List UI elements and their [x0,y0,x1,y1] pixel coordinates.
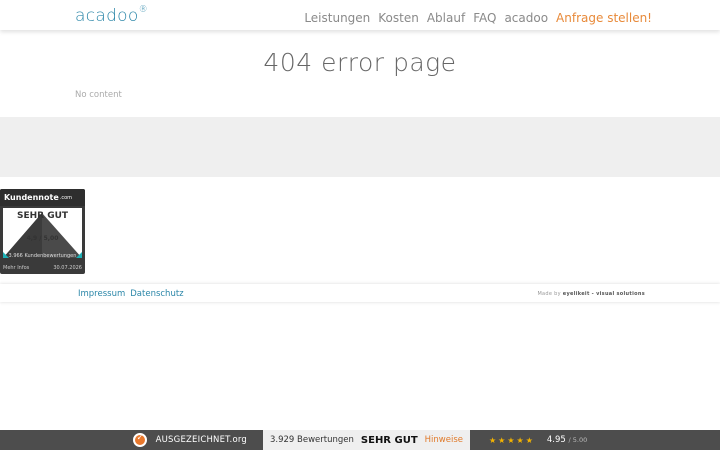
logo-text: acadoo [75,6,139,26]
footer-links: Impressum Datenschutz [78,289,184,299]
page: acadoo® Leistungen Kosten Ablauf FAQ aca… [0,0,720,450]
main-nav: Leistungen Kosten Ablauf FAQ acadoo Anfr… [304,11,652,25]
badge-header: Kundennote .com [0,189,85,206]
no-content-text: No content [75,90,122,100]
rating-bar-summary: 3.929 Bewertungen SEHR GUT Hinweise [263,430,470,450]
impressum-link[interactable]: Impressum [78,289,125,299]
rating-bar-brand-section: AUSGEZEICHNET.org [0,430,263,450]
badge-verdict: SEHR GUT [16,211,69,221]
registered-mark: ® [138,5,148,16]
rating-bar[interactable]: AUSGEZEICHNET.org 3.929 Bewertungen SEHR… [0,430,720,450]
badge-brand: Kundennote [4,193,59,202]
nav-faq[interactable]: FAQ [473,11,496,25]
kundennote-badge[interactable]: Kundennote .com SEHR GUT 4,9 / 5,00 3.966… [0,189,85,274]
rating-bar-brand: AUSGEZEICHNET.org [155,435,247,445]
hinweise-link[interactable]: Hinweise [425,435,463,445]
badge-footer: Mehr Infos 30.07.2026 [0,265,85,271]
made-by-prefix: Made by [537,291,561,297]
datenschutz-link[interactable]: Datenschutz [130,289,183,299]
nav-kosten[interactable]: Kosten [378,11,419,25]
anfrage-stellen-link[interactable]: Anfrage stellen! [556,11,652,25]
rating-bar-score: 4.95 / 5.00 [547,435,587,445]
site-footer: Impressum Datenschutz Made by eyelikeit … [0,284,720,302]
rating-bar-verdict: SEHR GUT [360,434,418,446]
site-header: acadoo® Leistungen Kosten Ablauf FAQ aca… [0,0,720,30]
star-rating-icon: ★★★★★ [489,435,535,445]
badge-body: SEHR GUT 4,9 / 5,00 [3,208,82,258]
badge-count: 3.966 Kundenbewertungen [8,253,77,259]
badge-brand-suffix: .com [59,194,73,201]
badge-more-info[interactable]: Mehr Infos [3,265,29,271]
nav-leistungen[interactable]: Leistungen [304,11,370,25]
badge-score: 4,9 / 5,00 [26,235,59,242]
logo[interactable]: acadoo® [75,5,148,26]
rating-score-max: / 5.00 [568,436,588,444]
nav-acadoo[interactable]: acadoo [504,11,548,25]
seal-icon [132,433,147,447]
page-title: 404 error page [263,48,457,77]
made-by-name: eyelikeit - visual solutions [562,291,645,297]
rating-score-value: 4.95 [546,435,566,445]
made-by[interactable]: Made by eyelikeit - visual solutions [537,291,645,297]
nav-ablauf[interactable]: Ablauf [427,11,465,25]
content-band [0,117,720,177]
badge-date: 30.07.2026 [53,265,82,271]
rating-bar-reviews: 3.929 Bewertungen [270,435,354,445]
rating-bar-score-section: ★★★★★ 4.95 / 5.00 [470,430,720,450]
